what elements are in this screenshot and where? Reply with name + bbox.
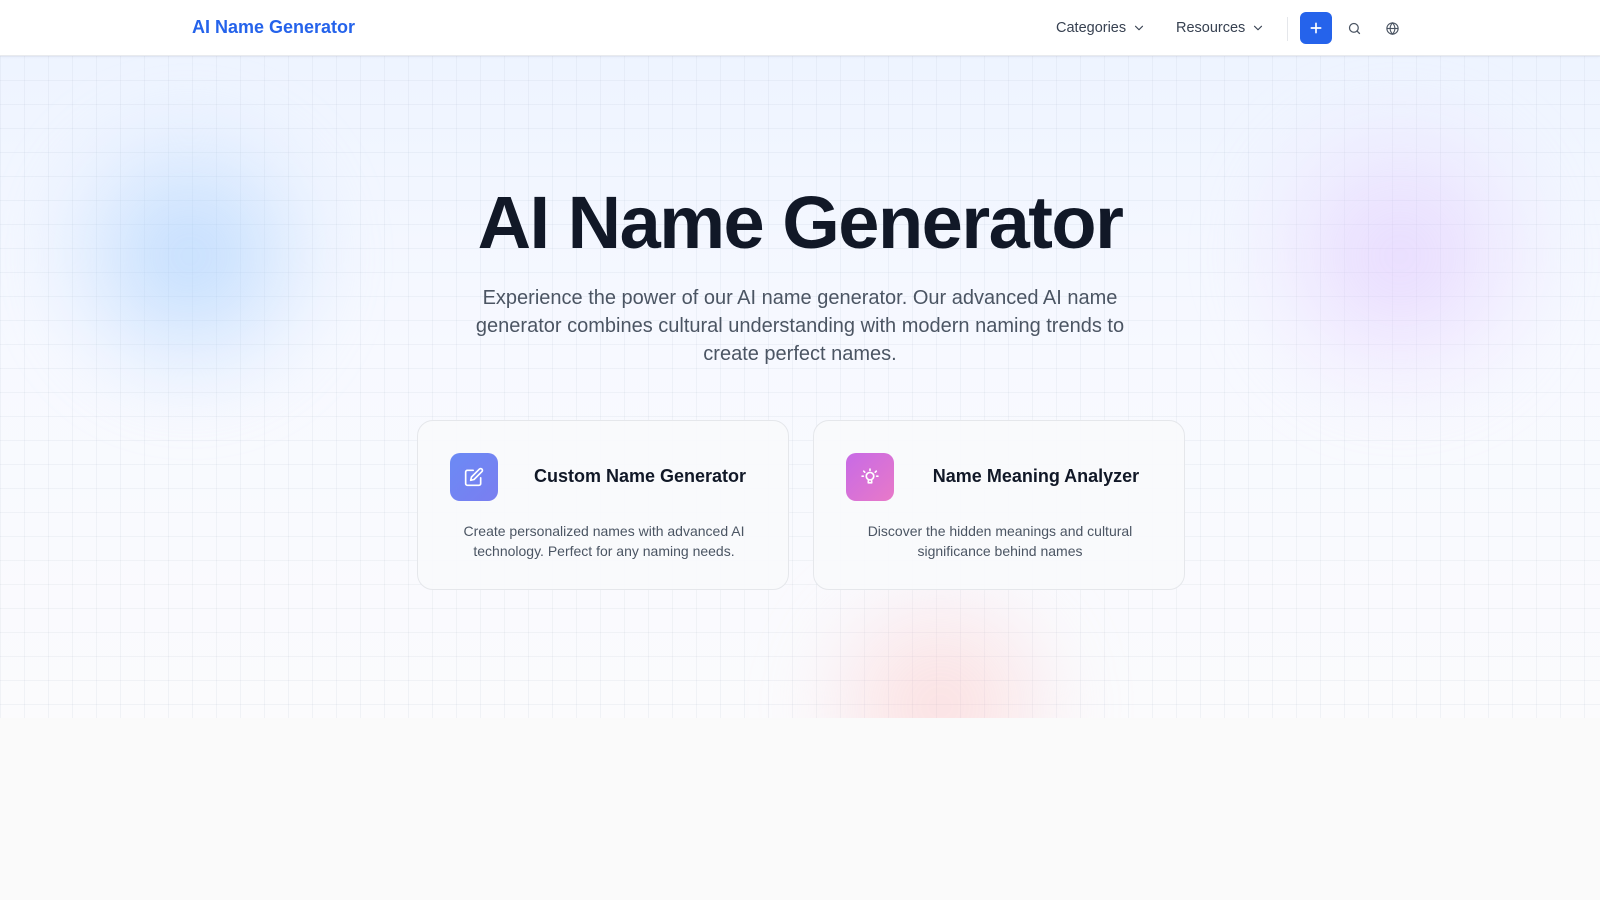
lightbulb-icon: [861, 468, 879, 484]
header-divider: [1287, 17, 1288, 41]
nav-categories-label: Categories: [1056, 20, 1127, 36]
brand-logo-link[interactable]: AI Name Generator: [192, 17, 355, 38]
hero-title: AI Name Generator: [477, 181, 1124, 264]
nav-resources-label: Resources: [1176, 20, 1246, 36]
card-description: Create personalized names with advanced …: [463, 523, 745, 559]
hero-section: AI Name Generator Experience the power o…: [0, 56, 1600, 718]
add-button[interactable]: [1300, 12, 1332, 44]
site-header: AI Name Generator Categories Resources: [0, 0, 1600, 56]
card-title: Custom Name Generator: [533, 466, 747, 486]
hero-subtitle: Experience the power of our AI name gene…: [475, 287, 1125, 365]
card-icon-badge: [450, 453, 498, 501]
globe-icon: [1385, 21, 1399, 35]
search-button[interactable]: [1342, 16, 1366, 40]
nav-resources-menu[interactable]: Resources: [1176, 0, 1265, 56]
custom-name-generator-card[interactable]: Custom Name Generator Create personalize…: [417, 420, 789, 590]
nav-categories-menu[interactable]: Categories: [1056, 0, 1146, 56]
name-meaning-analyzer-card[interactable]: Name Meaning Analyzer Discover the hidde…: [813, 420, 1185, 590]
pencil-edit-icon: [464, 467, 484, 487]
card-icon-badge: [846, 453, 894, 501]
card-title: Name Meaning Analyzer: [932, 466, 1140, 486]
plus-icon: [1310, 22, 1322, 34]
lower-blank-section: [0, 718, 1600, 900]
chevron-down-icon: [1254, 25, 1263, 31]
card-description: Discover the hidden meanings and cultura…: [867, 523, 1133, 559]
search-icon: [1348, 22, 1360, 34]
language-button[interactable]: [1380, 16, 1404, 40]
chevron-down-icon: [1135, 25, 1144, 31]
